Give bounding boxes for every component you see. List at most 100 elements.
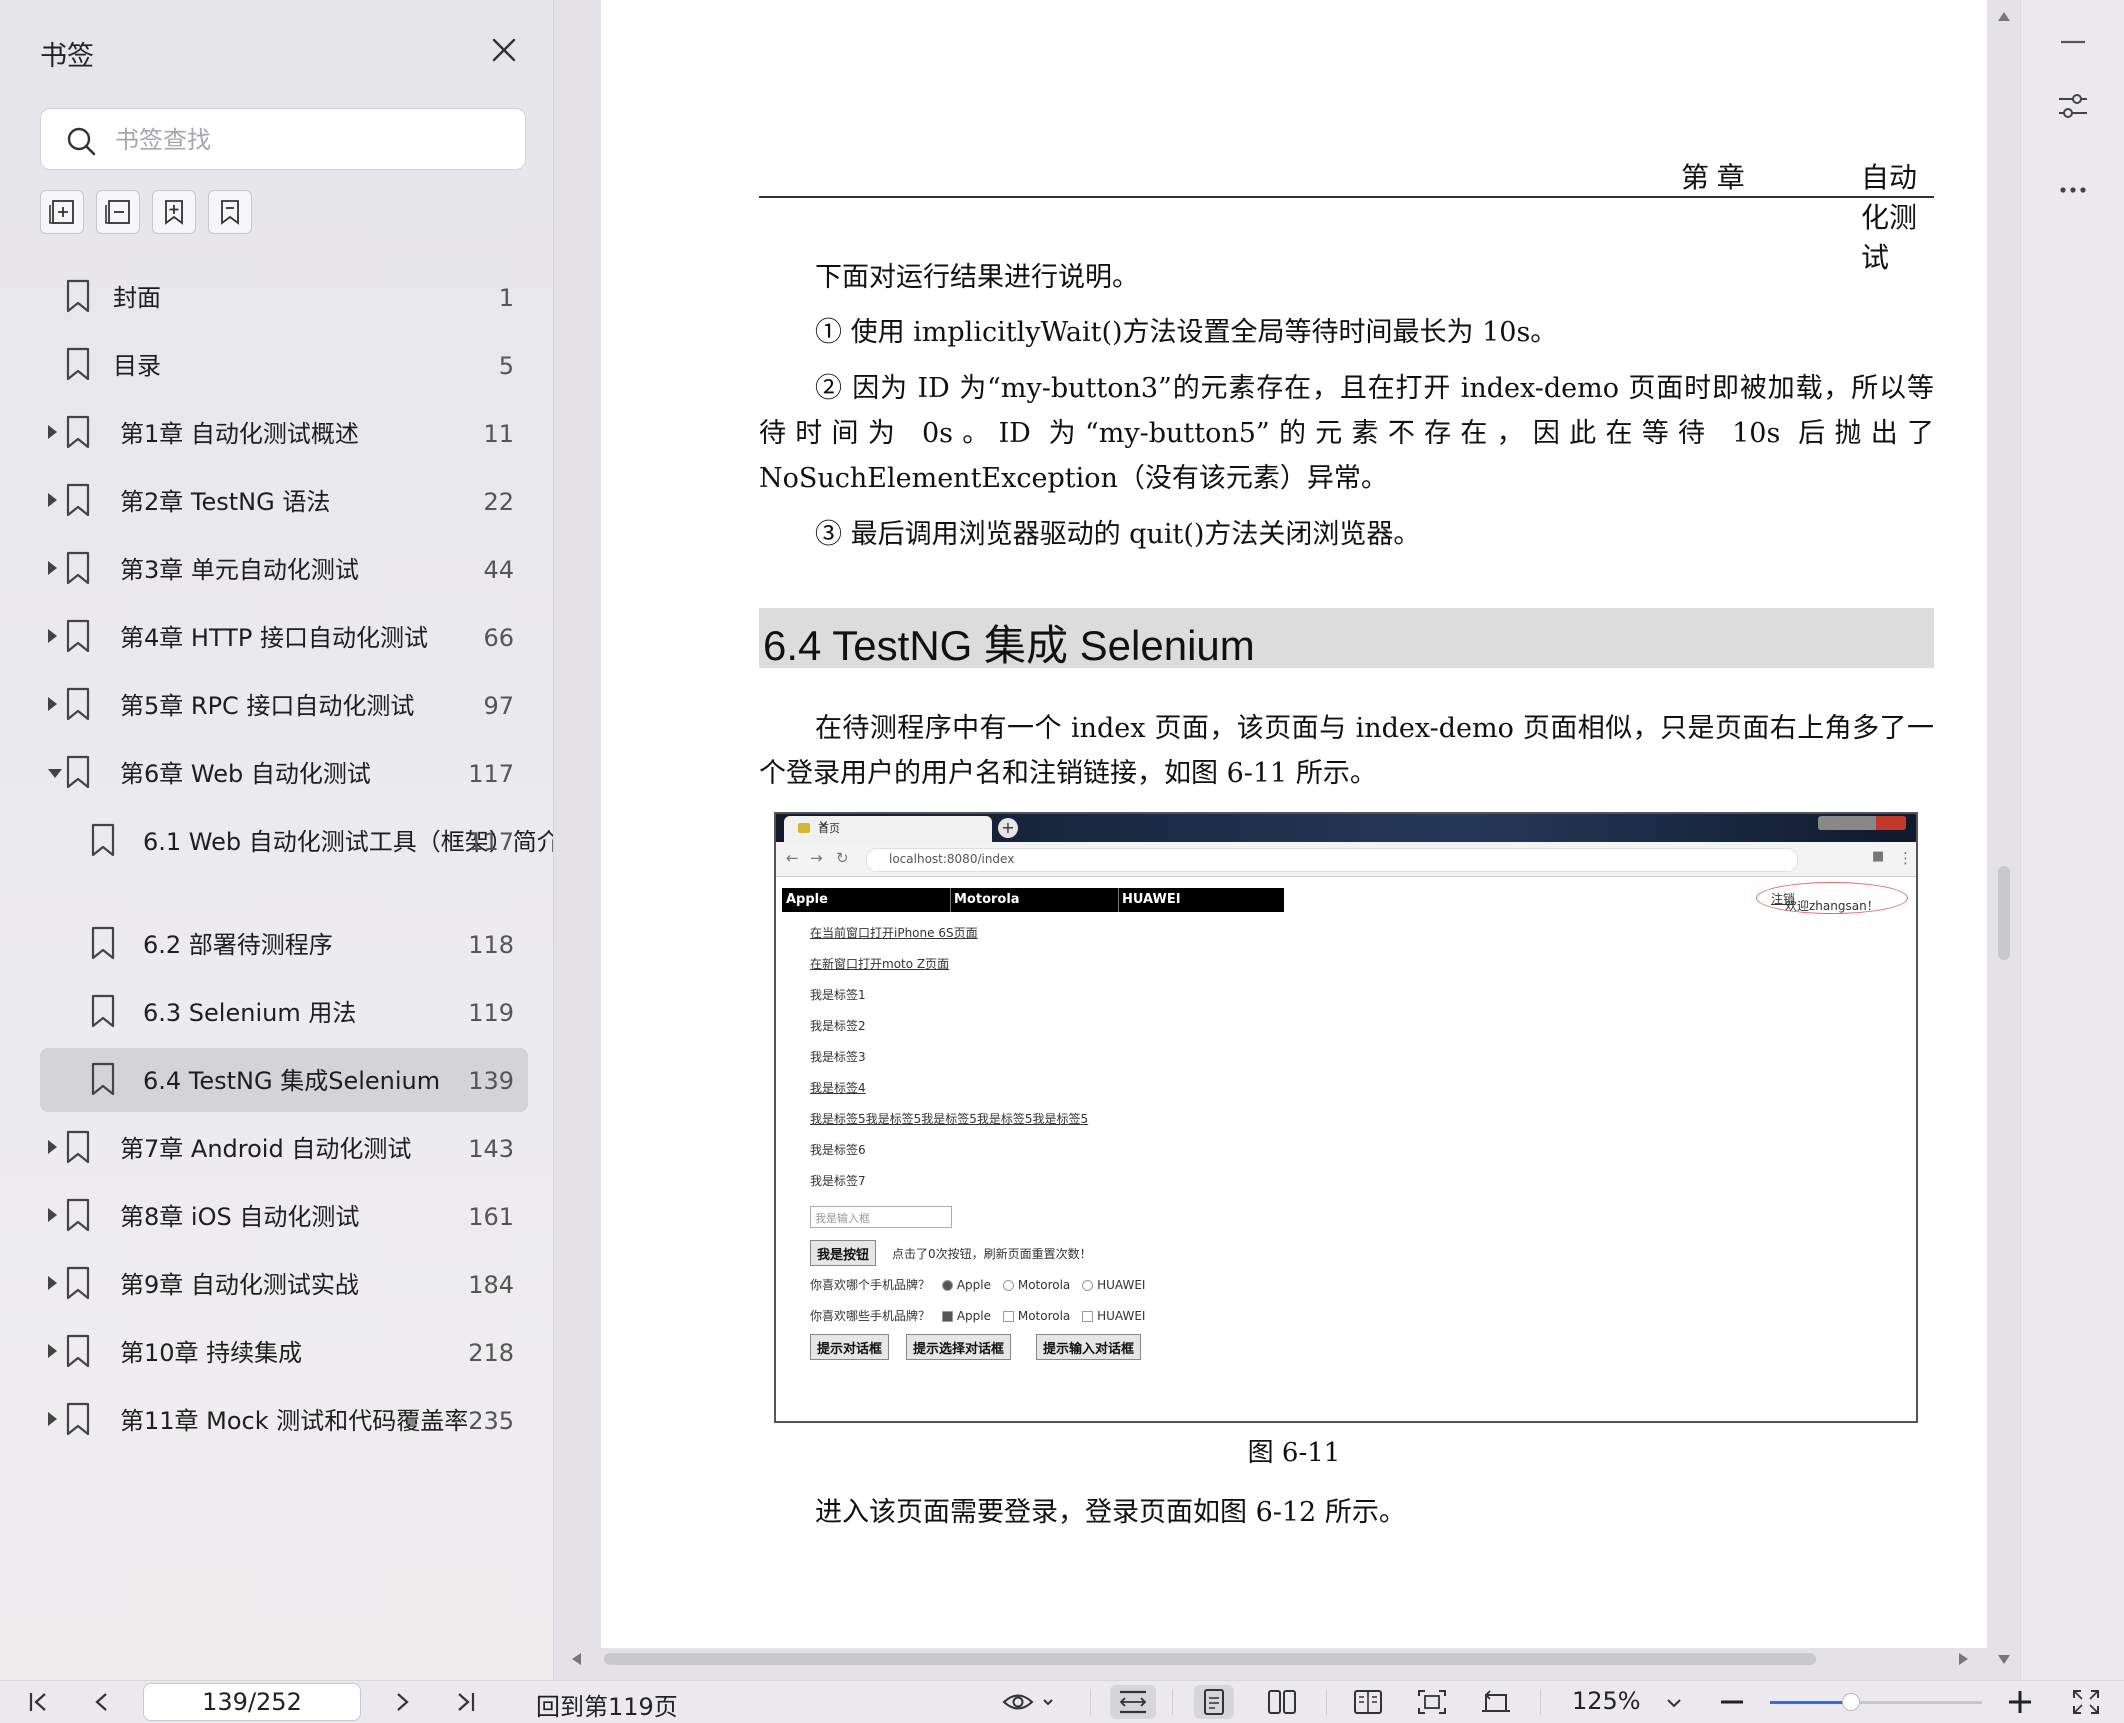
bookmark-panel: 书签 封面 1 目录 5 第1章 自动化测试概述 11 第2章 TestNG 语法 22 第3章…	[0, 0, 600, 1680]
chevron-right-icon[interactable]	[48, 1140, 57, 1154]
chevron-right-icon[interactable]	[48, 561, 57, 575]
zoom-in-icon[interactable]	[2000, 1685, 2040, 1719]
bookmark-item[interactable]: 第6章 Web 自动化测试 117	[40, 741, 528, 805]
bookmark-item[interactable]: 封面 1	[40, 265, 528, 329]
add-bookmark-icon[interactable]	[152, 190, 196, 234]
bookmark-page-number: 22	[483, 488, 514, 516]
back-to-page-link[interactable]: 回到第119页	[536, 1687, 678, 1722]
bookmark-item[interactable]: 第9章 自动化测试实战 184	[40, 1252, 528, 1316]
figure-nav-bar: Apple Motorola HUAWEI	[782, 888, 1284, 912]
figure-button-note: 点击了0次按钮，刷新页面重置次数！	[892, 1247, 1092, 1261]
chevron-right-icon[interactable]	[48, 697, 57, 711]
more-options-icon[interactable]	[2051, 168, 2095, 212]
bookmark-icon	[65, 415, 91, 449]
figure-option: Motorola	[1017, 1278, 1071, 1292]
collapse-all-icon[interactable]	[96, 190, 140, 234]
bookmark-item[interactable]: 第2章 TestNG 语法 22	[40, 469, 528, 533]
close-tab-icon: ×	[818, 818, 829, 833]
scroll-right-icon[interactable]	[1959, 1653, 1968, 1665]
bookmark-item[interactable]: 第4章 HTTP 接口自动化测试 66	[40, 605, 528, 669]
eye-icon[interactable]	[1000, 1685, 1060, 1719]
next-page-icon[interactable]	[382, 1685, 422, 1719]
zoom-out-icon[interactable]	[1712, 1685, 1752, 1719]
bookmark-item[interactable]: 第10章 持续集成 218	[40, 1320, 528, 1384]
bookmark-label: 第1章 自动化测试概述	[120, 420, 359, 448]
bookmark-item[interactable]: 6.1 Web 自动化测试工具（框架）简介 117	[40, 809, 561, 873]
figure-dialog-button: 提示选择对话框	[906, 1334, 1012, 1360]
bookmark-icon[interactable]	[208, 190, 252, 234]
figure-welcome-badge: 欢迎zhangsan！ 注销	[1756, 882, 1908, 914]
chevron-right-icon[interactable]	[48, 1276, 57, 1290]
scroll-down-icon[interactable]	[1998, 1655, 2010, 1664]
vertical-scrollbar[interactable]	[1988, 0, 2020, 1680]
chevron-right-icon[interactable]	[48, 1344, 57, 1358]
profile-icon: ■	[1872, 849, 1885, 864]
bookmark-item[interactable]: 6.2 部署待测程序 118	[40, 912, 528, 976]
bookmark-item[interactable]: 第5章 RPC 接口自动化测试 97	[40, 673, 528, 737]
figure-link: 在新窗口打开moto Z页面	[810, 957, 950, 971]
paragraph: 下面对运行结果进行说明。	[815, 262, 1139, 293]
bookmark-page-number: 218	[468, 1339, 514, 1367]
last-page-icon[interactable]	[446, 1685, 486, 1719]
bookmark-item[interactable]: 目录 5	[40, 333, 528, 397]
settings-sliders-icon[interactable]	[2051, 84, 2095, 128]
bookmark-item[interactable]: 第3章 单元自动化测试 44	[40, 537, 528, 601]
page-number-input[interactable]	[143, 1683, 361, 1721]
figure-checkbox-row: 你喜欢哪些手机品牌？ Apple Motorola HUAWEI	[810, 1307, 1145, 1324]
rotate-page-icon[interactable]	[1476, 1685, 1516, 1719]
bookmark-icon	[65, 1130, 91, 1164]
horizontal-scrollbar[interactable]	[570, 1648, 1988, 1670]
zoom-slider-handle[interactable]	[1841, 1693, 1860, 1711]
search-input[interactable]	[113, 119, 507, 161]
fullscreen-icon[interactable]	[2066, 1685, 2106, 1719]
bookmark-item[interactable]: 第1章 自动化测试概述 11	[40, 401, 528, 465]
bookmark-label: 第9章 自动化测试实战	[120, 1271, 359, 1299]
zoom-slider[interactable]	[1770, 1693, 1982, 1711]
close-icon[interactable]	[488, 34, 520, 66]
bookmark-icon	[65, 279, 91, 313]
bookmark-item[interactable]: 第7章 Android 自动化测试 143	[40, 1116, 528, 1180]
bookmark-item[interactable]: 6.4 TestNG 集成Selenium 139	[40, 1048, 528, 1112]
chevron-right-icon[interactable]	[48, 425, 57, 439]
vertical-scroll-thumb[interactable]	[1998, 866, 2010, 960]
zoom-dropdown-icon[interactable]	[1656, 1685, 1692, 1719]
chevron-right-icon[interactable]	[48, 1208, 57, 1222]
figure-checkbox-question: 你喜欢哪些手机品牌？	[810, 1309, 931, 1323]
back-arrow-icon: ←	[786, 849, 799, 867]
single-page-icon[interactable]	[1194, 1685, 1234, 1719]
scroll-up-icon[interactable]	[1998, 12, 2010, 21]
bookmark-item[interactable]: 第8章 iOS 自动化测试 161	[40, 1184, 528, 1248]
bookmark-search[interactable]	[40, 108, 526, 170]
bookmark-page-number: 117	[468, 760, 514, 788]
figure-caption: 图 6-11	[1247, 1438, 1341, 1468]
two-page-icon[interactable]	[1262, 1685, 1302, 1719]
previous-page-icon[interactable]	[82, 1685, 122, 1719]
bookmark-item[interactable]: 第11章 Mock 测试和代码覆盖率 235	[40, 1388, 528, 1452]
bookmark-page-number: 5	[498, 352, 514, 380]
bookmark-icon	[65, 551, 91, 585]
bookmark-label: 第7章 Android 自动化测试	[120, 1135, 412, 1163]
bookmark-label: 第3章 单元自动化测试	[120, 556, 359, 584]
first-page-icon[interactable]	[18, 1685, 58, 1719]
reload-icon: ↻	[836, 849, 849, 867]
bookmark-item[interactable]: 6.3 Selenium 用法 119	[40, 980, 528, 1044]
bookmark-page-number: 117	[468, 828, 514, 856]
chevron-right-icon[interactable]	[48, 1412, 57, 1426]
chevron-right-icon[interactable]	[48, 629, 57, 643]
fit-page-icon[interactable]	[1412, 1685, 1452, 1719]
bookmark-label: 第8章 iOS 自动化测试	[120, 1203, 360, 1231]
section-heading: 6.4 TestNG 集成 Selenium	[763, 622, 1255, 669]
zoom-slider-fill	[1770, 1701, 1851, 1704]
horizontal-scroll-thumb[interactable]	[604, 1653, 1816, 1665]
minimize-icon[interactable]	[2051, 20, 2095, 64]
paragraph: 进入该页面需要登录，登录页面如图 6-12 所示。	[815, 1497, 1406, 1528]
figure-label: 我是标签3	[810, 1050, 866, 1064]
zoom-level[interactable]: 125%	[1572, 1687, 1641, 1715]
chevron-right-icon[interactable]	[48, 493, 57, 507]
figure-dialog-button: 提示输入对话框	[1036, 1334, 1142, 1360]
fit-width-icon[interactable]	[1110, 1685, 1156, 1719]
book-view-icon[interactable]	[1348, 1685, 1388, 1719]
expand-all-icon[interactable]	[40, 190, 84, 234]
scroll-left-icon[interactable]	[572, 1653, 581, 1665]
chevron-down-icon[interactable]	[48, 769, 62, 778]
